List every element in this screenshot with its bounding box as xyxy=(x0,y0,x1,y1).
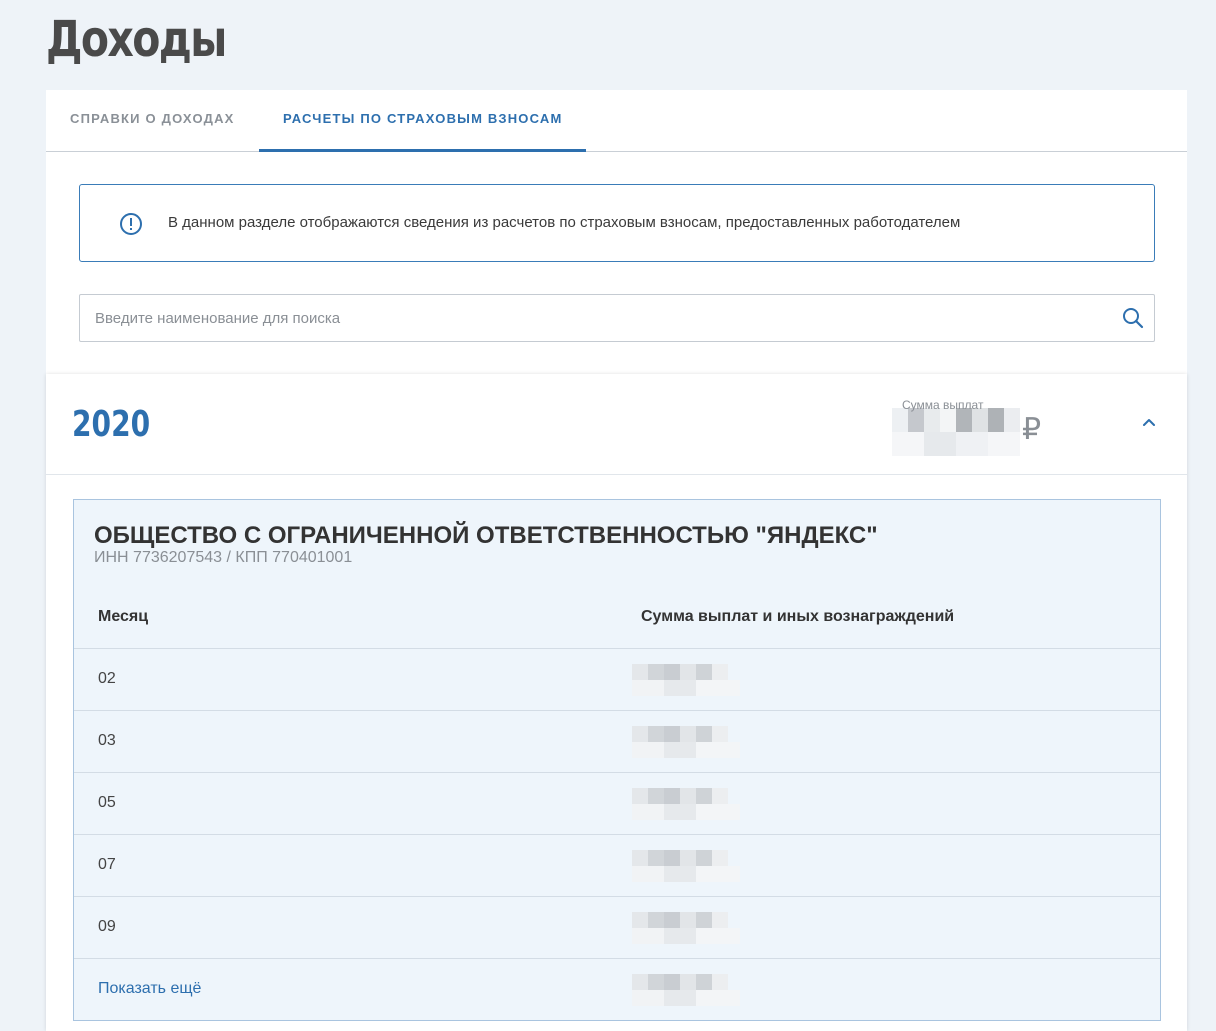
year-panel: 2020 Сумма выплат ₽ ОБЩЕСТВО С ОГРАНИЧЕН… xyxy=(46,374,1187,1031)
search-icon[interactable] xyxy=(1122,307,1144,329)
table-row: 07 xyxy=(74,834,1160,896)
table-row: 09 xyxy=(74,896,1160,958)
tab-bar: Справки о доходах Расчеты по страховым в… xyxy=(46,90,1187,152)
redacted-sum xyxy=(632,850,740,882)
row-month: 03 xyxy=(98,732,116,749)
show-more-link[interactable]: Показать ещё xyxy=(98,980,201,998)
search-box xyxy=(79,294,1155,342)
tab-insurance-contributions[interactable]: Расчеты по страховым взносам xyxy=(259,90,587,152)
organization-name: ОБЩЕСТВО С ОГРАНИЧЕННОЙ ОТВЕТСТВЕННОСТЬЮ… xyxy=(94,522,878,549)
income-card: Справки о доходах Расчеты по страховым в… xyxy=(46,90,1187,1031)
redacted-sum xyxy=(632,726,740,758)
redacted-sum xyxy=(632,974,740,1006)
chevron-up-icon[interactable] xyxy=(1140,414,1158,432)
column-header-month: Месяц xyxy=(98,608,149,625)
redacted-sum xyxy=(632,664,740,696)
sum-label: Сумма выплат xyxy=(902,398,984,412)
redacted-sum xyxy=(632,788,740,820)
info-notice: В данном разделе отображаются сведения и… xyxy=(79,184,1155,262)
year-label: 2020 xyxy=(72,404,151,445)
organization-ids: ИНН 7736207543 / КПП 770401001 xyxy=(94,549,353,566)
info-icon xyxy=(120,213,142,235)
row-month: 02 xyxy=(98,670,116,687)
row-month: 07 xyxy=(98,856,116,873)
table-row: 05 xyxy=(74,772,1160,834)
organization-block: ОБЩЕСТВО С ОГРАНИЧЕННОЙ ОТВЕТСТВЕННОСТЬЮ… xyxy=(73,499,1161,1021)
redacted-sum xyxy=(632,912,740,944)
show-more-row: Показать ещё xyxy=(74,958,1160,1020)
tab-income-certificates[interactable]: Справки о доходах xyxy=(70,90,235,152)
year-header[interactable]: 2020 Сумма выплат ₽ xyxy=(46,374,1187,475)
column-header-sum: Сумма выплат и иных вознаграждений xyxy=(641,608,955,625)
notice-text: В данном разделе отображаются сведения и… xyxy=(168,214,961,231)
row-month: 09 xyxy=(98,918,116,935)
search-input[interactable] xyxy=(80,295,1110,341)
row-month: 05 xyxy=(98,794,116,811)
table-row: 03 xyxy=(74,710,1160,772)
table-row: 02 xyxy=(74,648,1160,710)
redacted-total-sum xyxy=(892,408,1020,456)
ruble-sign: ₽ xyxy=(1022,413,1042,446)
page-title: Доходы xyxy=(46,10,227,68)
